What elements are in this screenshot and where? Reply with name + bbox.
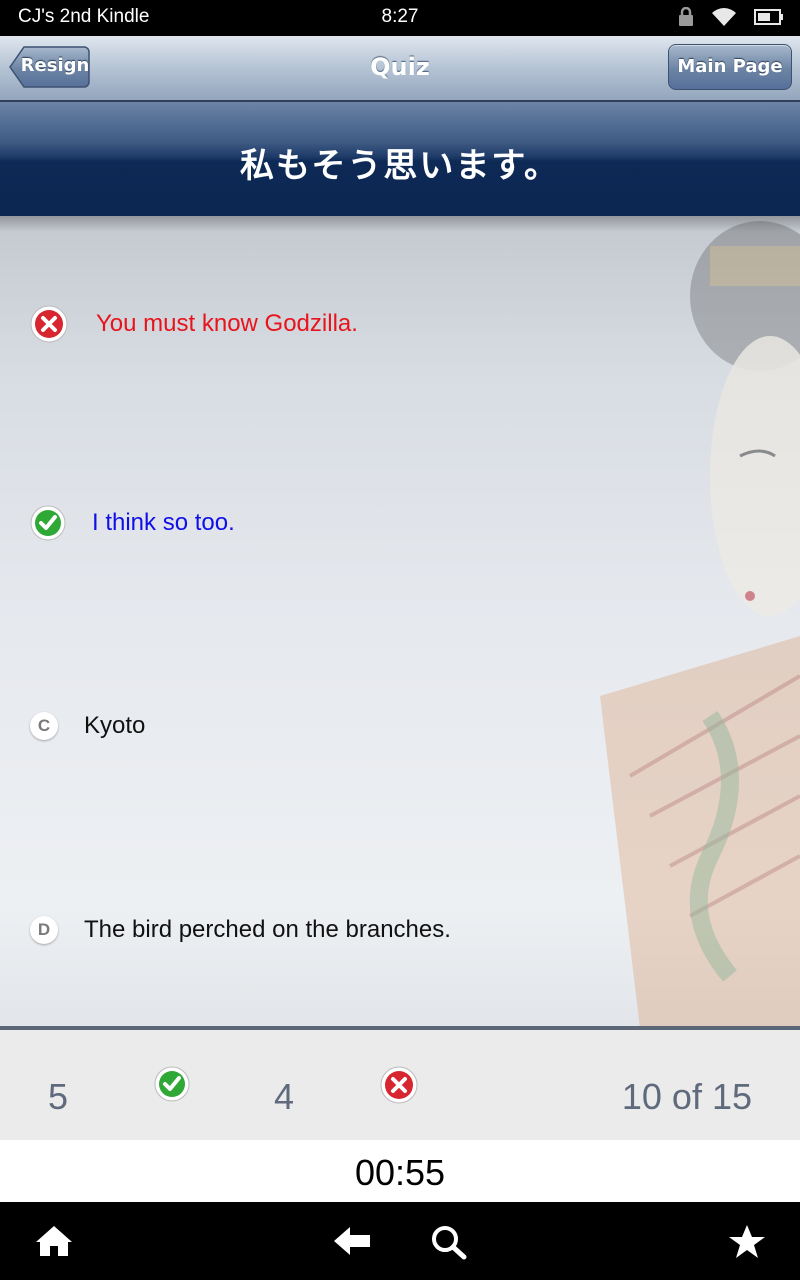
- correct-icon: [154, 1066, 190, 1102]
- answer-text: Kyoto: [84, 712, 146, 739]
- score-bar: 5 4 10 of 15: [0, 1030, 800, 1140]
- home-icon[interactable]: [34, 1224, 74, 1258]
- question-progress: 10 of 15: [621, 1076, 752, 1117]
- battery-icon: [754, 9, 783, 25]
- answer-text: The bird perched on the branches.: [84, 916, 451, 943]
- search-icon[interactable]: [430, 1224, 468, 1260]
- answer-b[interactable]: I think so too.: [30, 505, 235, 541]
- answers-panel: You must know Godzilla. I think so too. …: [0, 216, 800, 1028]
- back-icon[interactable]: [332, 1224, 372, 1258]
- question-text: 私もそう思います。: [240, 146, 560, 186]
- main-page-button[interactable]: Main Page: [668, 44, 792, 90]
- correct-icon: [30, 505, 66, 541]
- wrong-icon: [30, 305, 68, 343]
- favorites-icon[interactable]: [728, 1224, 766, 1260]
- answer-a[interactable]: You must know Godzilla.: [30, 305, 358, 343]
- answer-c[interactable]: C Kyoto: [30, 712, 145, 740]
- question-header: 私もそう思います。: [0, 102, 800, 216]
- timer: 00:55: [354, 1152, 446, 1193]
- wrong-icon: [380, 1066, 418, 1104]
- wifi-icon: [712, 8, 736, 26]
- status-bar: CJ's 2nd Kindle 8:27: [0, 0, 800, 36]
- correct-count: 5: [48, 1076, 69, 1117]
- answer-d[interactable]: D The bird perched on the branches.: [30, 916, 451, 944]
- lock-icon: [679, 7, 693, 26]
- answer-text: You must know Godzilla.: [96, 310, 358, 337]
- answer-letter: C: [30, 712, 58, 740]
- status-icons: [678, 6, 784, 28]
- main-page-label: Main Page: [677, 56, 783, 77]
- navigation-bar: Resign Quiz Main Page: [0, 36, 800, 102]
- geisha-illustration: [600, 221, 800, 1028]
- system-navigation-bar: [0, 1202, 800, 1280]
- answer-letter: D: [30, 916, 58, 944]
- wrong-count: 4: [274, 1076, 295, 1117]
- timer-bar: 00:55: [0, 1140, 800, 1202]
- answer-text: I think so too.: [92, 509, 235, 536]
